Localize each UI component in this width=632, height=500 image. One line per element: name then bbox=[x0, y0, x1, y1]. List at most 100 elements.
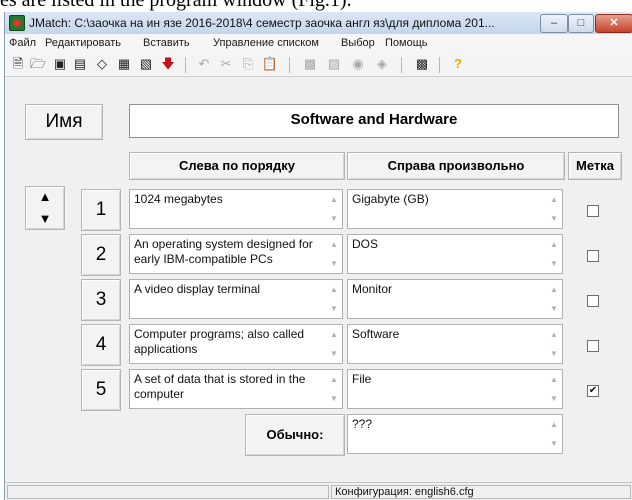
menu-file[interactable]: Файл bbox=[9, 37, 36, 49]
scrollbar[interactable]: ▲ ▼ bbox=[548, 237, 560, 271]
scroll-up-icon[interactable]: ▲ bbox=[550, 282, 558, 297]
scroll-down-icon[interactable]: ▼ bbox=[330, 211, 338, 226]
mark-checkbox-1[interactable] bbox=[587, 205, 599, 217]
scroll-down-icon[interactable]: ▼ bbox=[550, 391, 558, 406]
scroll-up-icon[interactable]: ▲ bbox=[550, 237, 558, 252]
mark-checkbox-2[interactable] bbox=[587, 250, 599, 262]
down-arrow-icon[interactable]: 🡇 bbox=[159, 55, 177, 73]
toolbar-separator bbox=[185, 57, 186, 73]
menu-options[interactable]: Выбор bbox=[341, 37, 375, 49]
close-button[interactable]: ✕ bbox=[595, 14, 632, 33]
window-title: JMatch: C:\заочка на ин язе 2016-2018\4 … bbox=[29, 16, 495, 30]
scroll-up-icon[interactable]: ▲ bbox=[330, 327, 338, 342]
config-icon[interactable]: ◈ bbox=[373, 55, 391, 73]
scroll-down-icon[interactable]: ▼ bbox=[550, 436, 558, 451]
scroll-down-icon[interactable]: ▼ bbox=[330, 301, 338, 316]
settings-icon[interactable]: ◉ bbox=[349, 55, 367, 73]
shuffle-icon[interactable]: ▨ bbox=[325, 55, 343, 73]
right-item-1[interactable]: Gigabyte (GB) ▲ ▼ bbox=[347, 189, 563, 229]
right-item-3[interactable]: Monitor ▲ ▼ bbox=[347, 279, 563, 319]
right-item-text: DOS bbox=[352, 237, 379, 251]
default-distractor-field[interactable]: ??? ▲ ▼ bbox=[347, 414, 563, 454]
exercise-title-field[interactable]: Software and Hardware bbox=[129, 104, 619, 138]
name-button[interactable]: Имя bbox=[25, 104, 103, 140]
row-number-1[interactable]: 1 bbox=[81, 189, 121, 231]
scroll-up-icon[interactable]: ▲ bbox=[550, 372, 558, 387]
row-number-2[interactable]: 2 bbox=[81, 234, 121, 276]
mark-checkbox-3[interactable] bbox=[587, 295, 599, 307]
right-item-text: File bbox=[352, 372, 372, 386]
scroll-up-icon[interactable]: ▲ bbox=[330, 372, 338, 387]
save-icon[interactable]: ▣ bbox=[51, 55, 69, 73]
scroll-down-icon[interactable]: ▼ bbox=[550, 301, 558, 316]
row-number-5[interactable]: 5 bbox=[81, 369, 121, 411]
right-item-5[interactable]: File ▲ ▼ bbox=[347, 369, 563, 409]
cut-icon[interactable]: ✂ bbox=[217, 55, 235, 73]
menu-edit[interactable]: Редактировать bbox=[45, 37, 121, 49]
document-background: es are listed in the program window (Fig… bbox=[0, 0, 632, 12]
paste-icon[interactable]: 📋 bbox=[261, 55, 279, 73]
left-item-2[interactable]: An operating system designed for early I… bbox=[129, 234, 343, 274]
left-item-5[interactable]: A set of data that is stored in the comp… bbox=[129, 369, 343, 409]
scrollbar[interactable]: ▲ ▼ bbox=[328, 237, 340, 271]
new-file-icon[interactable]: 🗎 bbox=[9, 55, 27, 73]
left-item-4[interactable]: Computer programs; also called applicati… bbox=[129, 324, 343, 364]
right-item-2[interactable]: DOS ▲ ▼ bbox=[347, 234, 563, 274]
scroll-up-icon[interactable]: ▲ bbox=[550, 417, 558, 432]
mark-checkbox-5[interactable]: ✔ bbox=[587, 385, 599, 397]
copy-icon[interactable]: ⎘ bbox=[239, 55, 257, 73]
scrollbar[interactable]: ▲ ▼ bbox=[328, 327, 340, 361]
scrollbar[interactable]: ▲ ▼ bbox=[548, 192, 560, 226]
scroll-down-icon[interactable]: ▼ bbox=[550, 346, 558, 361]
scroll-up-icon[interactable]: ▲ bbox=[330, 237, 338, 252]
open-folder-icon[interactable]: 🗁 bbox=[29, 55, 47, 73]
scroll-down-icon[interactable]: ▼ bbox=[330, 391, 338, 406]
eraser-icon[interactable]: ◇ bbox=[93, 55, 111, 73]
jmatch-window: JMatch: C:\заочка на ин язе 2016-2018\4 … bbox=[4, 12, 632, 500]
scrollbar[interactable]: ▲ ▼ bbox=[548, 372, 560, 406]
scrollbar[interactable]: ▲ ▼ bbox=[328, 192, 340, 226]
scroll-up-icon[interactable]: ▲ bbox=[330, 192, 338, 207]
jmatch-app-icon bbox=[9, 15, 25, 31]
move-up-icon[interactable]: ▲ bbox=[26, 189, 64, 204]
undo-icon[interactable]: ↶ bbox=[195, 55, 213, 73]
move-down-icon[interactable]: ▼ bbox=[26, 211, 64, 226]
scroll-up-icon[interactable]: ▲ bbox=[330, 282, 338, 297]
default-label-button[interactable]: Обычно: bbox=[245, 414, 345, 456]
row-number-3[interactable]: 3 bbox=[81, 279, 121, 321]
header-right-random[interactable]: Справа произвольно bbox=[347, 152, 565, 180]
left-item-text: Computer programs; also called applicati… bbox=[134, 327, 305, 356]
scroll-down-icon[interactable]: ▼ bbox=[550, 256, 558, 271]
scrollbar[interactable]: ▲ ▼ bbox=[548, 327, 560, 361]
menu-help[interactable]: Помощь bbox=[385, 37, 428, 49]
help-icon[interactable]: ? bbox=[449, 55, 467, 73]
palette-icon[interactable]: ▩ bbox=[413, 55, 431, 73]
scrollbar[interactable]: ▲ ▼ bbox=[548, 282, 560, 316]
toolbar-separator bbox=[289, 57, 290, 73]
scroll-up-icon[interactable]: ▲ bbox=[550, 192, 558, 207]
minimize-button[interactable]: – bbox=[540, 14, 568, 33]
scroll-down-icon[interactable]: ▼ bbox=[550, 211, 558, 226]
right-item-4[interactable]: Software ▲ ▼ bbox=[347, 324, 563, 364]
save-as-icon[interactable]: ▤ bbox=[71, 55, 89, 73]
mark-checkbox-4[interactable] bbox=[587, 340, 599, 352]
header-left-ordered[interactable]: Слева по порядку bbox=[129, 152, 345, 180]
export-html-icon[interactable]: ▦ bbox=[115, 55, 133, 73]
scroll-down-icon[interactable]: ▼ bbox=[330, 256, 338, 271]
header-mark[interactable]: Метка bbox=[568, 152, 622, 180]
scrollbar[interactable]: ▲ ▼ bbox=[328, 282, 340, 316]
menu-insert[interactable]: Вставить bbox=[143, 37, 190, 49]
move-row-control[interactable]: ▲ ▼ bbox=[25, 186, 65, 230]
left-item-3[interactable]: A video display terminal ▲ ▼ bbox=[129, 279, 343, 319]
menu-manage-list[interactable]: Управление списком bbox=[213, 37, 319, 49]
add-icon[interactable]: ▩ bbox=[301, 55, 319, 73]
maximize-button[interactable]: □ bbox=[568, 14, 594, 33]
row-number-4[interactable]: 4 bbox=[81, 324, 121, 366]
export-alt-icon[interactable]: ▧ bbox=[137, 55, 155, 73]
left-item-1[interactable]: 1024 megabytes ▲ ▼ bbox=[129, 189, 343, 229]
scrollbar[interactable]: ▲ ▼ bbox=[548, 417, 560, 451]
scroll-up-icon[interactable]: ▲ bbox=[550, 327, 558, 342]
status-config: Конфигурация: english6.cfg bbox=[331, 485, 631, 499]
scroll-down-icon[interactable]: ▼ bbox=[330, 346, 338, 361]
scrollbar[interactable]: ▲ ▼ bbox=[328, 372, 340, 406]
